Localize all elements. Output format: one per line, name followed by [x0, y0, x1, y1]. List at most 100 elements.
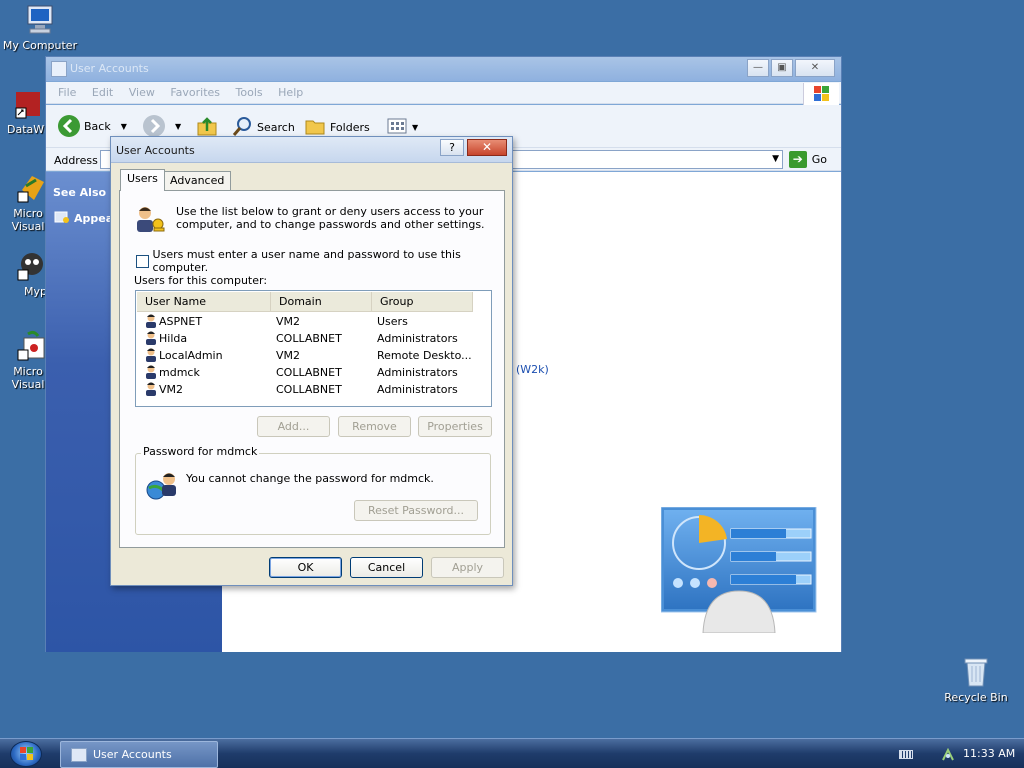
- taskbar: User Accounts 11:33 AM: [0, 738, 1024, 768]
- table-row[interactable]: Hilda COLLABNET Administrators: [137, 330, 477, 347]
- appearance-icon: [54, 209, 70, 228]
- chevron-down-icon[interactable]: ▼: [175, 122, 181, 131]
- users-list[interactable]: User Name Domain Group ASPNET VM2 Users …: [135, 290, 492, 407]
- cell-group: Administrators: [377, 383, 458, 396]
- desktop-icon-micro-visual-2[interactable]: Micro Visual: [0, 330, 46, 391]
- menu-edit[interactable]: Edit: [92, 82, 113, 104]
- menu-favorites[interactable]: Favorites: [170, 82, 220, 104]
- cell-user: VM2: [159, 383, 184, 396]
- menu-tools[interactable]: Tools: [236, 82, 263, 104]
- explorer-title-bar[interactable]: User Accounts — ▣ ✕: [46, 57, 841, 81]
- desktop-icon-datawi[interactable]: DataWi: [0, 88, 48, 136]
- table-row[interactable]: VM2 COLLABNET Administrators: [137, 381, 477, 398]
- desktop-icon-label: My Computer: [2, 39, 78, 52]
- password-group: You cannot change the password for mdmck…: [135, 453, 491, 535]
- explorer-title: User Accounts: [70, 62, 149, 75]
- cell-user: LocalAdmin: [159, 349, 223, 362]
- table-row[interactable]: LocalAdmin VM2 Remote Deskto...: [137, 347, 477, 364]
- chevron-down-icon[interactable]: ▼: [772, 154, 779, 164]
- maximize-button[interactable]: ▣: [771, 59, 793, 77]
- cell-group: Remote Deskto...: [377, 349, 472, 362]
- go-arrow-icon: ➔: [788, 151, 807, 168]
- shortcut-icon: [14, 250, 46, 282]
- properties-button[interactable]: Properties: [418, 416, 492, 437]
- intro-text: Use the list below to grant or deny user…: [176, 205, 485, 231]
- dialog-title: User Accounts: [116, 144, 195, 157]
- menu-help[interactable]: Help: [278, 82, 303, 104]
- recycle-bin-label: Recycle Bin: [944, 691, 1008, 704]
- column-header-group[interactable]: Group: [372, 292, 473, 312]
- desktop-icon-label: Myp: [24, 285, 46, 298]
- forward-arrow-icon: [143, 115, 165, 137]
- user-icon: [143, 381, 158, 396]
- minimize-button[interactable]: —: [747, 59, 769, 77]
- menu-view[interactable]: View: [129, 82, 155, 104]
- add-user-button[interactable]: Add...: [257, 416, 330, 437]
- see-also-link[interactable]: Appeal: [54, 209, 117, 228]
- forward-button[interactable]: ▼: [143, 115, 181, 137]
- start-button[interactable]: [10, 741, 42, 767]
- user-icon: [143, 347, 158, 362]
- cell-group: Administrators: [377, 332, 458, 345]
- shortcut-icon: [12, 88, 46, 120]
- users-list-label: Users for this computer:: [134, 274, 268, 287]
- help-button[interactable]: ?: [440, 139, 464, 156]
- cancel-button[interactable]: Cancel: [350, 557, 423, 578]
- tab-users[interactable]: Users: [120, 169, 165, 191]
- desktop-icon-recycle-bin[interactable]: Recycle Bin: [940, 656, 1012, 704]
- chevron-down-icon: ▼: [412, 123, 419, 132]
- reset-password-button[interactable]: Reset Password...: [354, 500, 478, 521]
- keyboard-icon[interactable]: [899, 750, 913, 759]
- back-button[interactable]: Back ▼: [58, 115, 127, 137]
- taskbar-item-user-accounts[interactable]: User Accounts: [60, 741, 218, 768]
- password-message: You cannot change the password for mdmck…: [186, 472, 434, 485]
- apply-button[interactable]: Apply: [431, 557, 504, 578]
- tab-advanced[interactable]: Advanced: [163, 171, 232, 190]
- menu-bar: File Edit View Favorites Tools Help: [46, 82, 841, 105]
- list-header: User Name Domain Group: [137, 292, 473, 312]
- computer-icon: [23, 4, 57, 36]
- password-group-title: Password for mdmck: [141, 445, 260, 458]
- user-icon: [143, 364, 158, 379]
- network-icon[interactable]: [941, 747, 955, 761]
- clock[interactable]: 11:33 AM: [963, 747, 1015, 760]
- column-header-domain[interactable]: Domain: [271, 292, 372, 312]
- dialog-title-bar[interactable]: User Accounts ? ✕: [111, 137, 512, 163]
- go-button[interactable]: ➔ Go: [788, 151, 827, 168]
- password-user-icon: [146, 470, 180, 502]
- cell-domain: VM2: [276, 315, 301, 328]
- desktop-icon-label: Micro Visual: [11, 207, 45, 233]
- windows-logo-icon: [803, 83, 839, 105]
- table-row[interactable]: mdmck COLLABNET Administrators: [137, 364, 477, 381]
- cell-user: mdmck: [159, 366, 200, 379]
- table-row[interactable]: ASPNET VM2 Users: [137, 313, 477, 330]
- require-password-checkbox[interactable]: Users must enter a user name and passwor…: [136, 248, 504, 274]
- checkbox-box[interactable]: [136, 254, 149, 268]
- chevron-down-icon[interactable]: ▼: [121, 122, 127, 131]
- desktop-icon-my-computer[interactable]: My Computer: [0, 4, 80, 52]
- user-icon: [143, 330, 158, 345]
- content-link[interactable]: (W2k): [516, 363, 549, 376]
- menu-file[interactable]: File: [58, 82, 76, 104]
- cell-group: Users: [377, 315, 408, 328]
- cell-domain: COLLABNET: [276, 383, 342, 396]
- desktop-icon-myp[interactable]: Myp: [0, 250, 46, 298]
- dialog-close-button[interactable]: ✕: [467, 139, 507, 156]
- ok-button[interactable]: OK: [269, 557, 342, 578]
- cell-domain: COLLABNET: [276, 366, 342, 379]
- control-panel-illustration: [660, 506, 817, 634]
- cell-group: Administrators: [377, 366, 458, 379]
- desktop-icon-label: DataWi: [7, 123, 47, 136]
- close-button[interactable]: ✕: [795, 59, 835, 77]
- remove-user-button[interactable]: Remove: [338, 416, 411, 437]
- users-icon: [134, 204, 166, 234]
- shortcut-icon: [14, 172, 46, 204]
- cell-user: Hilda: [159, 332, 188, 345]
- cell-domain: VM2: [276, 349, 301, 362]
- see-also-heading: See Also: [53, 186, 107, 199]
- address-label: Address: [54, 154, 98, 167]
- desktop-icon-label: Micro Visual: [11, 365, 45, 391]
- desktop-icon-micro-visual-1[interactable]: Micro Visual: [0, 172, 46, 233]
- back-arrow-icon: [58, 115, 80, 137]
- column-header-user-name[interactable]: User Name: [137, 292, 271, 312]
